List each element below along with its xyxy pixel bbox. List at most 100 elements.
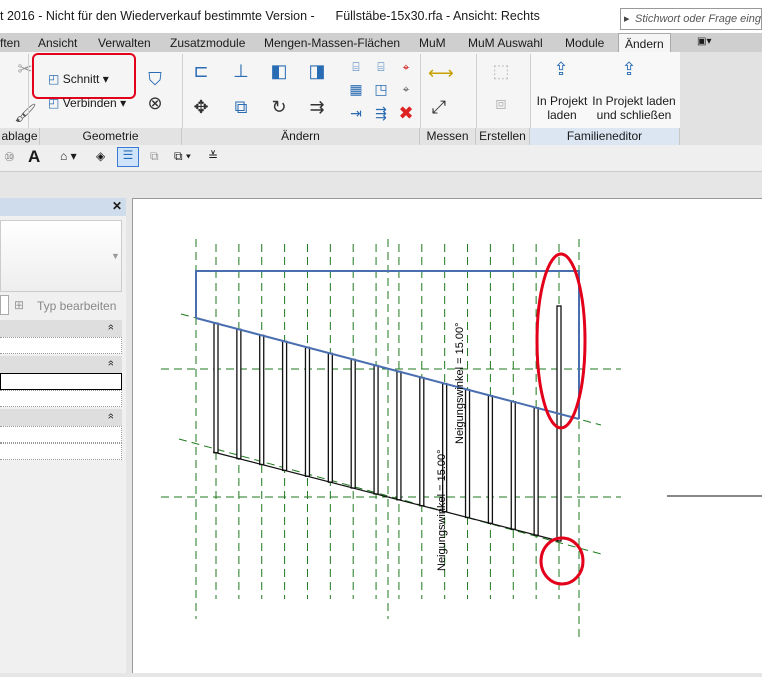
angle-dimension[interactable]: Neigungswinkel = 15.00° (436, 449, 448, 571)
property-row[interactable] (0, 443, 122, 460)
chevron-down-icon: ▼ (111, 251, 120, 261)
close-icon[interactable]: ✕ (112, 199, 122, 213)
cut-geometry-icon: ◰ (48, 72, 60, 86)
tab-verwalten[interactable]: Verwalten (98, 36, 151, 50)
rotate-icon[interactable]: ↻ (268, 96, 290, 118)
tab-zusatzmodule[interactable]: Zusatzmodule (170, 36, 245, 50)
angle-dimension[interactable]: Neigungswinkel = 15.00° (454, 322, 466, 444)
tab-ften[interactable]: ften (0, 36, 20, 50)
schnitt-button[interactable]: ◰ Schnitt ▾ (48, 72, 109, 86)
tab-mum-auswahl[interactable]: MuM Auswahl (468, 36, 543, 50)
search-input[interactable]: Stichwort oder Frage eingeben (620, 8, 762, 30)
infill-bar[interactable] (373, 364, 379, 495)
unpin-icon[interactable]: ⌖ (395, 56, 417, 78)
trim-multiple-icon[interactable]: ⇶ (370, 102, 392, 124)
load-into-project-close-icon[interactable]: ⇪ (618, 58, 640, 80)
tab-ansicht[interactable]: Ansicht (38, 36, 77, 50)
infill-bar[interactable] (236, 328, 242, 460)
panel-label-messen: Messen (420, 128, 476, 145)
infill-bar[interactable] (281, 340, 288, 472)
infill-bar[interactable] (350, 358, 356, 489)
panel-label-ablage: ablage (0, 128, 40, 145)
pin-icon[interactable]: ⌖ (395, 78, 417, 100)
label: In Projekt laden (592, 94, 676, 108)
load-into-project-button[interactable]: In Projekt laden (534, 94, 590, 122)
move-icon[interactable]: ✥ (190, 96, 212, 118)
verbinden-button[interactable]: ◰ Verbinden ▾ (48, 96, 126, 110)
infill-bar[interactable] (304, 346, 311, 477)
mirror-pick-axis-icon[interactable]: ◧ (268, 60, 290, 82)
panel-label-familieneditor: Familieneditor (530, 128, 680, 145)
section-header[interactable]: » (0, 409, 122, 426)
infill-bar[interactable] (556, 305, 562, 542)
trim-extend-icon[interactable]: ⇉ (306, 96, 328, 118)
edit-type-button[interactable]: Typ bearbeiten (37, 299, 116, 313)
infill-bar[interactable] (487, 394, 494, 525)
thin-lines-icon[interactable]: ☰ (117, 147, 139, 167)
join-geometry-icon: ◰ (48, 96, 60, 110)
aligned-dimension-icon[interactable]: ⟷ (428, 62, 454, 84)
drawing-canvas[interactable]: Neigungswinkel = 15.00° Neigungswinkel =… (132, 198, 762, 673)
section-icon[interactable]: ◈ (96, 149, 105, 163)
title-bar: t 2016 - Nicht für den Wiederverkauf bes… (0, 0, 762, 33)
close-hidden-icon[interactable]: ⧉ (150, 149, 159, 164)
tag-icon[interactable]: ⑩ (4, 150, 15, 164)
infill-bar[interactable] (419, 376, 425, 507)
tab-mengen-massen-flaechen[interactable]: Mengen-Massen-Flächen (264, 36, 400, 50)
collapse-icon[interactable]: » (105, 324, 117, 330)
copy-icon[interactable]: ⧉ (230, 96, 252, 118)
property-row[interactable] (0, 426, 122, 443)
customize-qat-icon[interactable]: ≚ (208, 149, 218, 163)
align-icon[interactable]: ⊏ (190, 60, 212, 82)
delete-icon[interactable]: ✖ (395, 102, 417, 124)
tab-mum[interactable]: MuM (419, 36, 446, 50)
text-icon[interactable]: A (28, 147, 40, 167)
section-header[interactable]: » (0, 356, 122, 373)
infill-bar[interactable] (213, 322, 219, 454)
switch-windows-icon[interactable]: ⧉ ▾ (174, 149, 191, 164)
split-gap-icon[interactable]: ⌸ (370, 56, 392, 78)
infill-bar[interactable] (396, 370, 402, 501)
3d-view-icon[interactable]: ⌂ ▾ (60, 149, 77, 163)
split-element-icon[interactable]: ⌸ (345, 56, 367, 78)
ribbon-tabs: ften Ansicht Verwalten Zusatzmodule Meng… (0, 33, 762, 52)
wall-joins-icon[interactable]: ⛉ (144, 68, 166, 90)
quick-access-toolbar: ⑩ A ⌂ ▾ ◈ ☰ ⧉ ⧉ ▾ ≚ (0, 145, 762, 172)
scale-icon[interactable]: ◳ (370, 78, 392, 100)
verbinden-label: Verbinden (62, 96, 117, 110)
property-row[interactable] (0, 373, 122, 390)
collapse-icon[interactable]: » (105, 360, 117, 366)
collapse-icon[interactable]: » (105, 413, 117, 419)
panel-label-erstellen: Erstellen (476, 128, 530, 145)
panel-label-aendern: Ändern (182, 128, 420, 145)
filter-dropdown[interactable] (0, 295, 9, 315)
property-row[interactable] (0, 390, 122, 407)
split-face-icon[interactable]: ⊗ (144, 92, 166, 114)
label: In Projekt (536, 94, 588, 108)
property-row[interactable] (0, 337, 122, 354)
tab-aendern[interactable]: Ändern (618, 33, 671, 52)
infill-bar[interactable] (464, 388, 471, 519)
section-header[interactable]: » (0, 320, 122, 337)
trim-single-icon[interactable]: ⇥ (345, 102, 367, 124)
tab-module[interactable]: Module (565, 36, 604, 50)
infill-bar[interactable] (510, 401, 516, 530)
offset-icon[interactable]: ⊥ (230, 60, 252, 82)
window-title: t 2016 - Nicht für den Wiederverkauf bes… (0, 9, 540, 23)
schnitt-label: Schnitt (62, 72, 100, 86)
load-into-project-icon[interactable]: ⇪ (550, 58, 572, 80)
load-into-project-and-close-button[interactable]: In Projekt laden und schließen (590, 94, 678, 122)
highlight-ellipse (539, 536, 585, 586)
infill-bar[interactable] (533, 407, 539, 536)
type-selector[interactable]: ▼ (0, 220, 122, 292)
measure-icon[interactable]: ⤢ (428, 96, 450, 118)
create-group-icon[interactable]: ⧈ (490, 92, 512, 114)
create-similar-icon[interactable]: ⬚ (490, 60, 512, 82)
match-properties-icon[interactable]: 🖌 (14, 102, 37, 124)
infill-bar[interactable] (259, 334, 265, 466)
infill-bar[interactable] (327, 352, 333, 483)
array-icon[interactable]: ▦ (345, 78, 367, 100)
ribbon-minimize-icon[interactable]: ▣▾ (697, 36, 711, 47)
mirror-draw-axis-icon[interactable]: ◨ (306, 60, 328, 82)
ribbon: ✂ 🖌 ◰ Schnitt ▾ ◰ Verbinden ▾ ⛉ ⊗ ⊏ ⊥ ◧ … (0, 52, 680, 145)
